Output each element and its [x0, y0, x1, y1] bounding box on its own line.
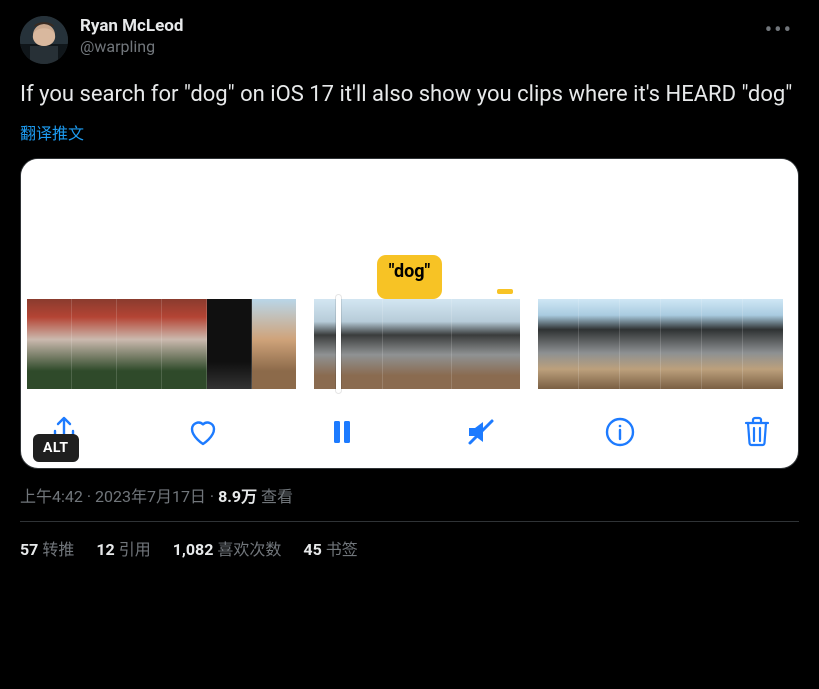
- clip-thumb[interactable]: [452, 299, 520, 389]
- search-term-pill: "dog": [377, 255, 443, 299]
- search-pill-row: "dog": [21, 259, 798, 299]
- tweet-header: Ryan McLeod @warpling •••: [20, 16, 799, 64]
- clip-thumb[interactable]: [72, 299, 117, 389]
- alt-badge[interactable]: ALT: [33, 437, 798, 456]
- user-names: Ryan McLeod @warpling: [80, 16, 183, 57]
- clip-thumb[interactable]: [207, 299, 252, 389]
- tweet-stats: 57转推 12引用 1,082喜欢次数 45书签: [20, 536, 799, 560]
- tweet-meta: 上午4:42 · 2023年7月17日 · 8.9万 查看: [20, 483, 799, 507]
- stat-bookmarks[interactable]: 45书签: [303, 536, 357, 560]
- media-card-top: [21, 159, 798, 259]
- clip-thumb[interactable]: [620, 299, 661, 389]
- stat-quotes[interactable]: 12引用: [96, 536, 150, 560]
- clip-thumb[interactable]: [162, 299, 207, 389]
- clip-group-1[interactable]: [27, 299, 296, 389]
- meta-views-label: 查看: [257, 487, 293, 506]
- translate-link[interactable]: 翻译推文: [20, 120, 799, 144]
- media-toolbar: [21, 399, 798, 469]
- stat-likes[interactable]: 1,082喜欢次数: [173, 536, 282, 560]
- scrubber-handle[interactable]: [336, 295, 341, 393]
- clip-group-2[interactable]: [314, 299, 520, 389]
- clip-thumb[interactable]: [702, 299, 743, 389]
- clip-thumb[interactable]: [314, 299, 383, 389]
- avatar[interactable]: [20, 16, 68, 64]
- clip-thumb[interactable]: [743, 299, 783, 389]
- clip-thumb[interactable]: [579, 299, 620, 389]
- clip-thumb[interactable]: [27, 299, 72, 389]
- clip-thumb[interactable]: [117, 299, 162, 389]
- user-handle[interactable]: @warpling: [80, 37, 183, 57]
- meta-time[interactable]: 上午4:42: [20, 487, 83, 506]
- video-timeline[interactable]: [21, 299, 798, 399]
- tweet-container: Ryan McLeod @warpling ••• If you search …: [0, 0, 819, 572]
- clip-thumb[interactable]: [252, 299, 296, 389]
- meta-views-count[interactable]: 8.9万: [218, 487, 257, 506]
- clip-thumb[interactable]: [538, 299, 579, 389]
- more-button[interactable]: •••: [759, 16, 799, 45]
- playhead-marker: [497, 289, 513, 294]
- media-card[interactable]: "dog": [20, 158, 799, 469]
- clip-thumb[interactable]: [383, 299, 452, 389]
- stat-retweets[interactable]: 57转推: [20, 536, 74, 560]
- divider: [20, 521, 799, 522]
- avatar-image: [20, 16, 68, 64]
- clip-thumb[interactable]: [661, 299, 702, 389]
- meta-date[interactable]: 2023年7月17日: [95, 487, 206, 506]
- tweet-text: If you search for "dog" on iOS 17 it'll …: [20, 80, 799, 110]
- display-name[interactable]: Ryan McLeod: [80, 16, 183, 37]
- clip-group-3[interactable]: [538, 299, 783, 389]
